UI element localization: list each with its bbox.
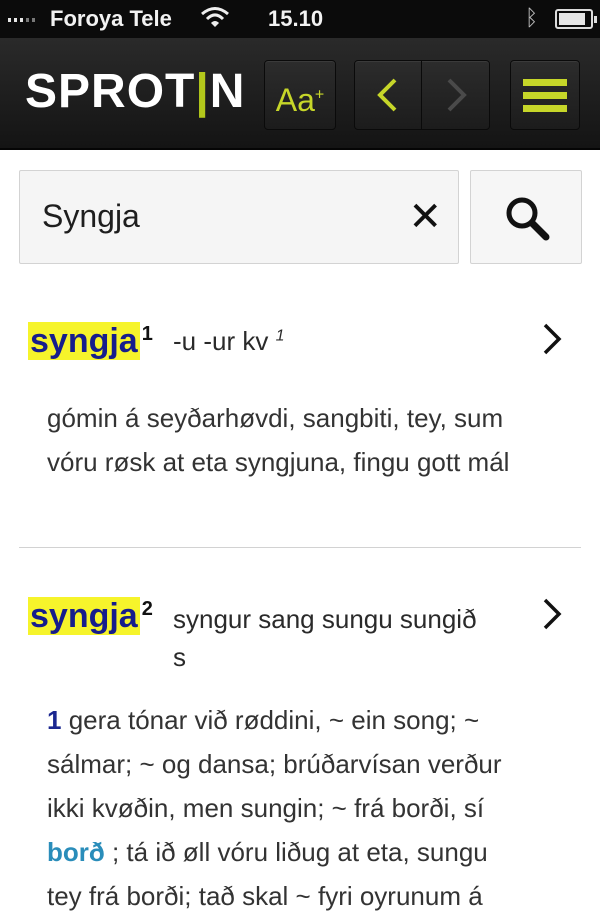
bluetooth-icon: ᛒ <box>525 5 539 30</box>
entry-grammar: -u -ur kv 1 <box>173 326 285 356</box>
entry-definition: 1 gera tónar við røddini, ~ ein song; ~ … <box>47 705 502 911</box>
entry-headword: syngja 1 <box>28 322 153 360</box>
search-button[interactable] <box>470 170 582 264</box>
history-nav <box>354 60 490 130</box>
clock: 15.10 <box>268 6 324 31</box>
logo[interactable]: SPROT|N <box>25 64 245 119</box>
logo-text-end: N <box>209 65 246 118</box>
logo-stem: | <box>195 65 210 118</box>
chevron-right-icon[interactable] <box>540 321 564 357</box>
logo-text: SPROT <box>25 65 196 118</box>
close-icon[interactable]: ✕ <box>408 197 442 237</box>
divider <box>19 547 581 548</box>
font-size-icon: Aa+ <box>275 81 325 118</box>
chevron-right-icon[interactable] <box>443 77 469 113</box>
chevron-right-icon[interactable] <box>540 596 564 632</box>
carrier-name: Foroya Tele <box>50 6 172 31</box>
entry-grammar: syngur sang sungu sungið s <box>173 604 477 672</box>
search-input[interactable]: Syngja ✕ <box>19 170 459 264</box>
font-size-button[interactable]: Aa+ <box>264 60 336 130</box>
search-icon <box>506 197 550 241</box>
status-bar: Foroya Tele 15.10 ᛒ <box>0 0 600 38</box>
cross-reference-link[interactable]: borð <box>47 837 105 867</box>
menu-button[interactable] <box>510 60 580 130</box>
battery-icon <box>555 9 597 29</box>
search-input-value[interactable]: Syngja <box>42 198 140 235</box>
app-header: SPROT|N Aa+ <box>0 38 600 150</box>
entry-definition: gómin á seyðarhøvdi, sangbiti, tey, sum … <box>47 403 510 477</box>
wifi-icon <box>201 7 229 27</box>
entry-headword: syngja 2 <box>28 597 153 635</box>
sense-number: 1 <box>47 705 62 735</box>
chevron-left-icon[interactable] <box>375 77 401 113</box>
